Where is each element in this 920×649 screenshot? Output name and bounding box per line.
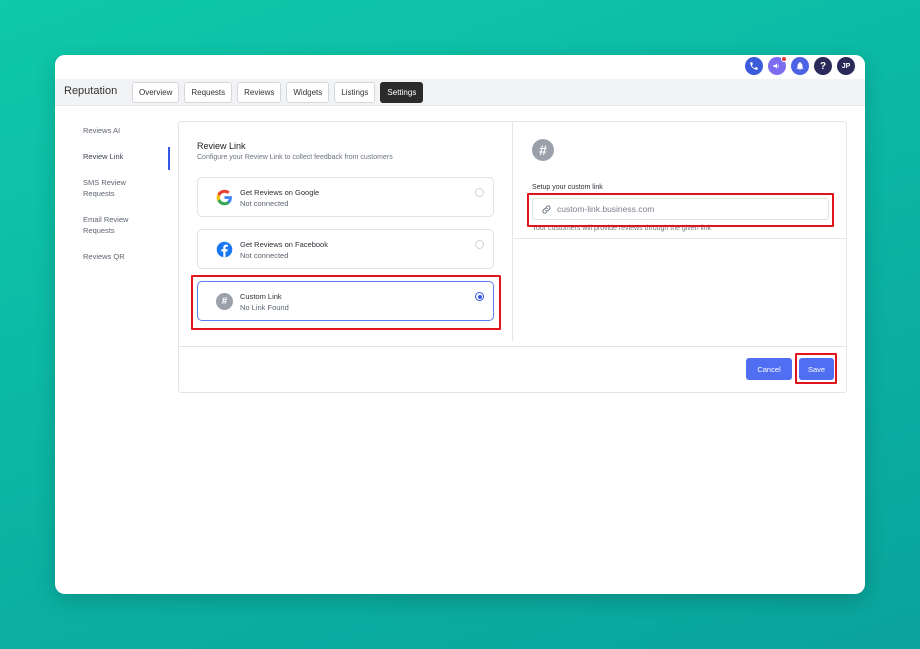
custom-link-label: Setup your custom link (532, 184, 603, 191)
card-footer-divider (179, 346, 846, 347)
cancel-button[interactable]: Cancel (746, 358, 792, 380)
link-icon (542, 205, 551, 214)
sidebar-item-reviews-ai[interactable]: Reviews AI (83, 125, 131, 136)
custom-link-input[interactable] (532, 198, 829, 220)
tab-widgets[interactable]: Widgets (286, 82, 330, 103)
review-link-card: Review Link Configure your Review Link t… (178, 121, 847, 393)
megaphone-icon[interactable] (768, 56, 787, 75)
phone-icon[interactable] (745, 57, 763, 75)
sidebar-active-indicator (168, 147, 170, 170)
app-title: Reputation (64, 85, 118, 97)
facebook-icon (216, 241, 233, 258)
option-google[interactable]: Get Reviews on Google Not connected (197, 177, 494, 217)
radio-facebook[interactable] (475, 240, 484, 249)
option-status: Not connected (240, 251, 289, 260)
settings-sidebar: Reviews AI Review Link SMS Review Reques… (83, 125, 171, 277)
option-facebook[interactable]: Get Reviews on Facebook Not connected (197, 229, 494, 269)
section-subtitle: Configure your Review Link to collect fe… (197, 154, 393, 161)
section-title: Review Link (197, 141, 246, 151)
sidebar-item-sms-review-requests[interactable]: SMS Review Requests (83, 177, 135, 199)
tab-list: Overview Requests Reviews Widgets Listin… (132, 82, 424, 103)
tab-listings[interactable]: Listings (334, 82, 376, 103)
notification-dot (781, 56, 787, 62)
custom-link-help: Your customers will provide reviews thro… (532, 225, 712, 232)
option-status: Not connected (240, 199, 289, 208)
review-source-pane: Review Link Configure your Review Link t… (179, 122, 513, 341)
sidebar-item-review-link[interactable]: Review Link (83, 151, 131, 162)
app-window: ? JP Reputation Overview Requests Review… (55, 55, 865, 594)
option-title: Get Reviews on Facebook (240, 240, 328, 249)
option-custom-link[interactable]: # Custom Link No Link Found (197, 281, 494, 321)
help-icon[interactable]: ? (814, 57, 832, 75)
nav-bar: Reputation Overview Requests Reviews Wid… (55, 79, 865, 106)
sidebar-item-reviews-qr[interactable]: Reviews QR (83, 251, 131, 262)
hash-icon: # (532, 139, 554, 161)
radio-custom-link[interactable] (475, 292, 484, 301)
radio-google[interactable] (475, 188, 484, 197)
option-status: No Link Found (240, 303, 289, 312)
tab-settings[interactable]: Settings (380, 82, 424, 103)
option-title: Custom Link (240, 292, 282, 301)
save-button[interactable]: Save (799, 358, 834, 380)
google-icon (216, 189, 232, 206)
tab-requests[interactable]: Requests (184, 82, 233, 103)
tab-overview[interactable]: Overview (132, 82, 180, 103)
bell-icon[interactable] (791, 57, 809, 75)
option-title: Get Reviews on Google (240, 188, 320, 197)
hash-icon: # (216, 293, 233, 310)
sidebar-item-email-review-requests[interactable]: Email Review Requests (83, 214, 139, 236)
avatar[interactable]: JP (837, 57, 855, 75)
top-bar: ? JP (55, 55, 865, 79)
tab-reviews[interactable]: Reviews (237, 82, 282, 103)
custom-link-pane: # Setup your custom link Your customers … (514, 122, 847, 239)
